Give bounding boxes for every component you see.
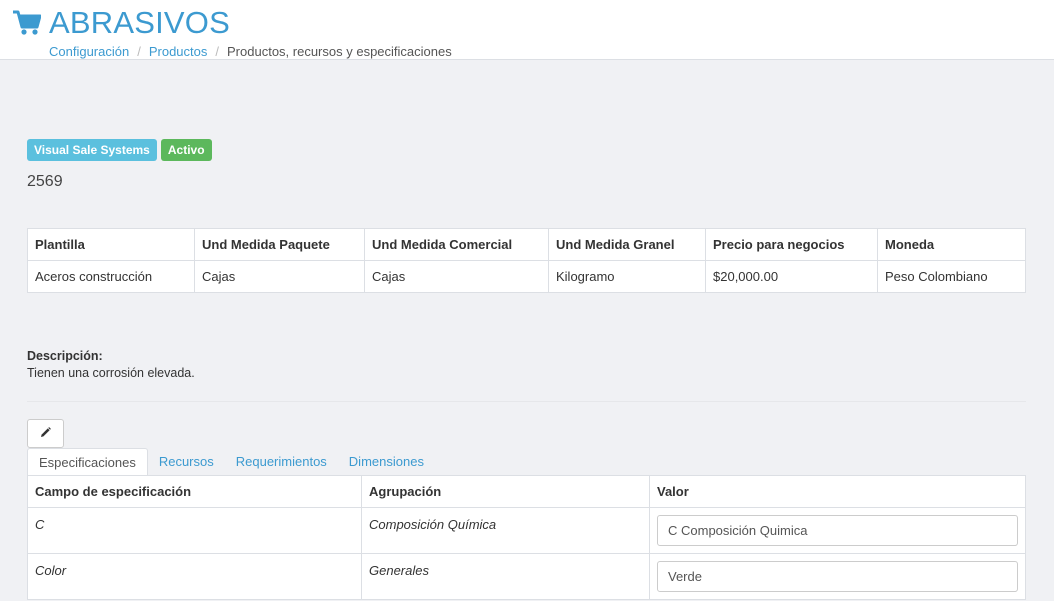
breadcrumb-separator: / (215, 44, 220, 59)
spec-field-cell: C (27, 507, 362, 554)
breadcrumb-link-configuracion[interactable]: Configuración (49, 44, 129, 59)
status-badge: Activo (160, 139, 212, 161)
spec-group-cell: Composición Química (361, 507, 650, 554)
spec-value-cell (649, 553, 1026, 600)
description-label: Descripción: (27, 349, 103, 363)
table-row: Aceros construcción Cajas Cajas Kilogram… (27, 260, 1026, 293)
table-cell: Aceros construcción (27, 260, 195, 293)
title-row: ABRASIVOS (13, 5, 230, 41)
page-title: ABRASIVOS (49, 5, 230, 40)
table-row: C Composición Química (27, 507, 1026, 554)
spec-field-cell: Color (27, 553, 362, 600)
specifications-table: Campo de especificación Agrupación Valor… (27, 475, 1026, 600)
spec-value-cell (649, 507, 1026, 554)
table-row: Color Generales (27, 553, 1026, 600)
column-header: Und Medida Paquete (194, 228, 365, 261)
breadcrumb-separator: / (137, 44, 141, 59)
status-badges: Visual Sale Systems Activo (27, 139, 212, 161)
product-info-table: Plantilla Und Medida Paquete Und Medida … (27, 228, 1026, 293)
pencil-icon (40, 426, 51, 441)
table-cell: Kilogramo (548, 260, 706, 293)
tab-dimensiones[interactable]: Dimensiones (338, 448, 435, 476)
description-text: Tienen una corrosión elevada. (27, 366, 195, 380)
company-badge: Visual Sale Systems (27, 139, 157, 161)
tab-bar: Especificaciones Recursos Requerimientos… (27, 448, 435, 476)
shopping-cart-icon (13, 10, 42, 36)
column-header: Und Medida Granel (548, 228, 706, 261)
column-header: Precio para negocios (705, 228, 878, 261)
product-code: 2569 (27, 173, 63, 190)
column-header: Campo de especificación (27, 475, 362, 508)
spec-value-input[interactable] (657, 515, 1018, 546)
table-cell: $20,000.00 (705, 260, 878, 293)
spec-group-cell: Generales (361, 553, 650, 600)
table-cell: Cajas (364, 260, 549, 293)
divider (27, 401, 1026, 402)
column-header: Und Medida Comercial (364, 228, 549, 261)
edit-button[interactable] (27, 419, 64, 448)
column-header: Agrupación (361, 475, 650, 508)
table-header-row: Plantilla Und Medida Paquete Und Medida … (27, 228, 1026, 261)
tab-recursos[interactable]: Recursos (148, 448, 225, 476)
tab-especificaciones[interactable]: Especificaciones (27, 448, 148, 476)
column-header: Moneda (877, 228, 1026, 261)
breadcrumb-current: Productos, recursos y especificaciones (227, 44, 452, 59)
tab-requerimientos[interactable]: Requerimientos (225, 448, 338, 476)
column-header: Valor (649, 475, 1026, 508)
top-header: ABRASIVOS Configuración / Productos / Pr… (0, 0, 1054, 60)
breadcrumb-link-productos[interactable]: Productos (149, 44, 208, 59)
column-header: Plantilla (27, 228, 195, 261)
spec-value-input[interactable] (657, 561, 1018, 592)
table-header-row: Campo de especificación Agrupación Valor (27, 475, 1026, 508)
breadcrumb: Configuración / Productos / Productos, r… (49, 44, 452, 59)
table-cell: Cajas (194, 260, 365, 293)
table-cell: Peso Colombiano (877, 260, 1026, 293)
